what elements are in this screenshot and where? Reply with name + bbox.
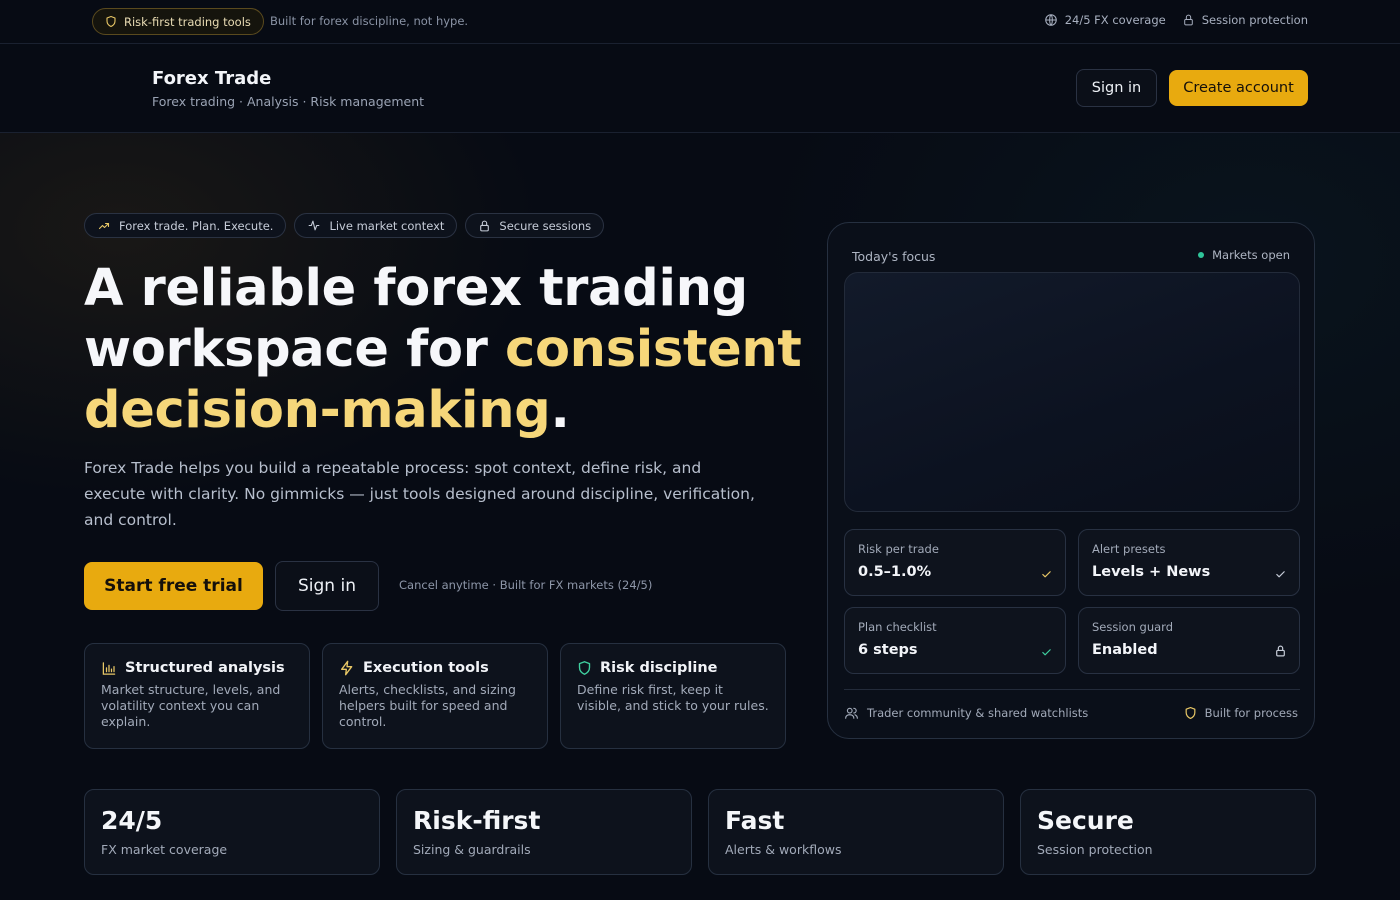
stat-card-fast: Fast Alerts & workflows — [708, 789, 1004, 875]
lock-icon — [1274, 644, 1287, 658]
announcement-bar: Risk-first trading tools Built for forex… — [0, 0, 1400, 44]
hero-title: A reliable forex trading workspace for c… — [84, 258, 804, 441]
start-free-trial-button[interactable]: Start free trial — [84, 562, 263, 610]
stat-label: Alerts & workflows — [725, 842, 842, 857]
check-icon — [1274, 569, 1287, 580]
feature-description: Define risk first, keep it visible, and … — [577, 682, 769, 713]
feature-card-risk: Risk discipline Define risk first, keep … — [560, 643, 786, 749]
card-session-guard: Session guard Enabled — [1078, 607, 1300, 674]
title-line-2a: workspace for — [84, 320, 506, 379]
card-label: Plan checklist — [858, 620, 937, 634]
chip-label: Live market context — [329, 218, 445, 233]
stat-value: 24/5 — [101, 806, 163, 835]
activity-icon — [307, 219, 321, 232]
feature-card-execution: Execution tools Alerts, checklists, and … — [322, 643, 548, 749]
card-alert-presets: Alert presets Levels + News — [1078, 529, 1300, 596]
lock-icon — [1182, 13, 1195, 27]
title-accent-consistent: consistent — [505, 320, 802, 379]
cta-note: Cancel anytime · Built for FX markets (2… — [399, 578, 653, 592]
status-dot-icon — [1198, 252, 1205, 258]
todays-focus-panel: Today's focus Markets open Risk per trad… — [827, 222, 1315, 739]
chip-label: Forex trade. Plan. Execute. — [119, 218, 274, 233]
card-label: Session guard — [1092, 620, 1173, 634]
process-info: Built for process — [1184, 706, 1298, 720]
market-status-label: Markets open — [1212, 248, 1290, 262]
card-value: 6 steps — [858, 642, 918, 658]
community-label: Trader community & shared watchlists — [867, 706, 1089, 720]
users-icon — [844, 706, 859, 720]
market-status: Markets open — [1198, 248, 1290, 262]
card-value: 0.5–1.0% — [858, 564, 932, 580]
stat-card-coverage: 24/5 FX market coverage — [84, 789, 380, 875]
protection-info: Session protection — [1182, 13, 1308, 27]
stat-label: Sizing & guardrails — [413, 842, 531, 857]
brand-subtitle: Forex trading · Analysis · Risk manageme… — [152, 94, 425, 109]
protection-label: Session protection — [1201, 13, 1308, 27]
risk-first-tag-label: Risk-first trading tools — [124, 14, 251, 29]
feature-description: Alerts, checklists, and sizing helpers b… — [339, 682, 516, 729]
chip-live-context: Live market context — [294, 213, 458, 238]
card-label: Risk per trade — [858, 542, 939, 556]
feature-title: Structured analysis — [125, 660, 285, 676]
globe-icon — [1044, 13, 1058, 27]
card-value: Enabled — [1092, 642, 1158, 658]
coverage-info: 24/5 FX coverage — [1044, 13, 1166, 27]
feature-title: Risk discipline — [600, 660, 718, 676]
stat-value: Secure — [1037, 806, 1134, 835]
chip-secure-sessions: Secure sessions — [465, 213, 605, 238]
stat-value: Risk-first — [413, 806, 541, 835]
hero-description: Forex Trade helps you build a repeatable… — [84, 459, 755, 529]
card-label: Alert presets — [1092, 542, 1166, 556]
shield-icon — [577, 660, 592, 676]
header-signin-button[interactable]: Sign in — [1076, 69, 1157, 107]
card-plan-checklist: Plan checklist 6 steps — [844, 607, 1066, 674]
shield-icon — [1184, 706, 1197, 720]
title-line-1: A reliable forex trading — [84, 259, 748, 318]
title-accent-decision: decision-making — [84, 381, 551, 440]
feature-title: Execution tools — [363, 660, 489, 676]
feature-card-analysis: Structured analysis Market structure, le… — [84, 643, 310, 749]
chip-label: Secure sessions — [499, 218, 592, 233]
top-features: 24/5 FX coverage Session protection — [1044, 13, 1308, 27]
stat-label: Session protection — [1037, 842, 1153, 857]
stat-card-secure: Secure Session protection — [1020, 789, 1316, 875]
risk-first-tag: Risk-first trading tools — [92, 8, 264, 35]
process-label: Built for process — [1204, 706, 1298, 720]
title-period: . — [550, 381, 570, 440]
hero-signin-button[interactable]: Sign in — [275, 561, 379, 611]
feature-description: Market structure, levels, and volatility… — [101, 682, 281, 729]
stat-label: FX market coverage — [101, 842, 228, 857]
create-account-button[interactable]: Create account — [1169, 70, 1308, 106]
chart-placeholder — [844, 272, 1300, 512]
check-icon — [1040, 569, 1053, 580]
panel-title: Today's focus — [852, 249, 936, 264]
bolt-icon — [339, 660, 355, 676]
card-risk-per-trade: Risk per trade 0.5–1.0% — [844, 529, 1066, 596]
chip-plan-execute: Forex trade. Plan. Execute. — [84, 213, 287, 238]
trending-up-icon — [97, 220, 111, 232]
coverage-label: 24/5 FX coverage — [1064, 13, 1166, 27]
check-icon — [1040, 647, 1053, 658]
site-header: Forex Trade Forex trading · Analysis · R… — [0, 44, 1400, 133]
stat-value: Fast — [725, 806, 785, 835]
bar-chart-icon — [101, 661, 117, 676]
card-value: Levels + News — [1092, 564, 1211, 580]
hero-chips: Forex trade. Plan. Execute. Live market … — [84, 213, 605, 238]
community-info: Trader community & shared watchlists — [844, 706, 1088, 720]
stat-card-risk-first: Risk-first Sizing & guardrails — [396, 789, 692, 875]
tagline: Built for forex discipline, not hype. — [270, 14, 469, 28]
lock-icon — [478, 219, 491, 233]
shield-icon — [105, 15, 117, 28]
panel-divider — [844, 689, 1300, 690]
brand-name[interactable]: Forex Trade — [152, 68, 271, 89]
